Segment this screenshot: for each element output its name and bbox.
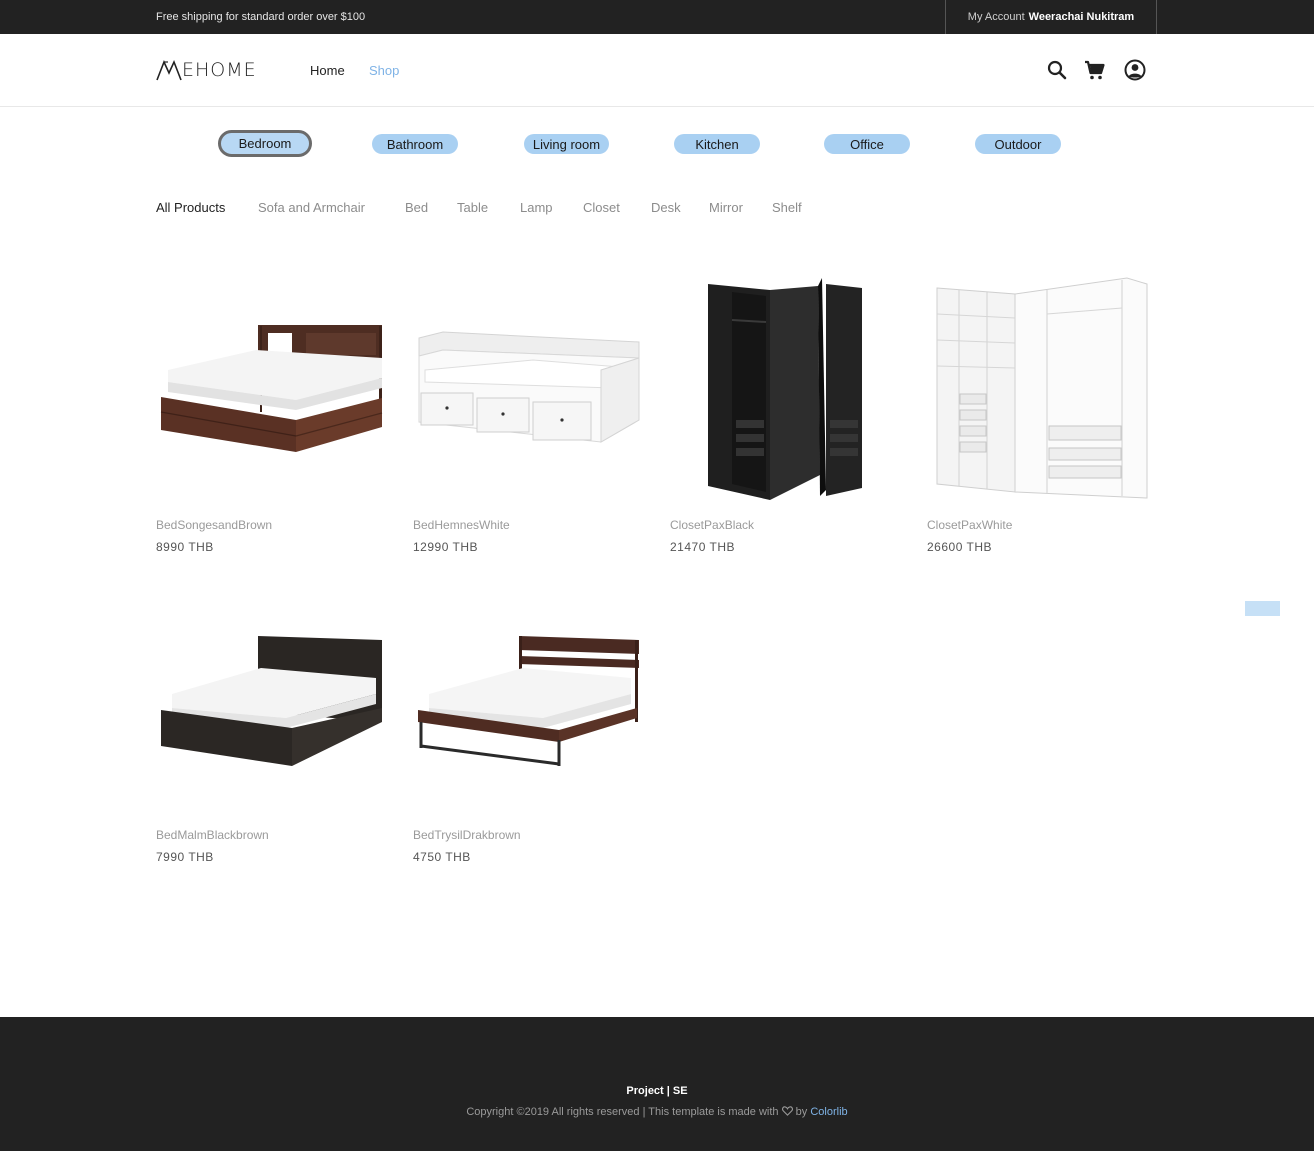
room-pill-bedroom[interactable]: Bedroom [218, 130, 312, 157]
logo-mark-icon [156, 59, 182, 81]
cart-icon[interactable] [1083, 58, 1107, 82]
room-pill-bathroom[interactable]: Bathroom [372, 134, 458, 154]
product-name[interactable]: ClosetPaxWhite [927, 518, 1012, 532]
search-icon[interactable] [1045, 58, 1069, 82]
nav-shop[interactable]: Shop [369, 63, 399, 78]
room-pill-office[interactable]: Office [824, 134, 910, 154]
room-pill-living-room[interactable]: Living room [524, 134, 609, 154]
category-bed[interactable]: Bed [405, 200, 428, 215]
product-image[interactable] [156, 270, 396, 500]
copyright-by: by [795, 1106, 808, 1118]
footer-copyright: Copyright ©2019 All rights reserved | Th… [0, 1106, 1314, 1118]
category-desk[interactable]: Desk [651, 200, 681, 215]
site-footer: Project | SE Copyright ©2019 All rights … [0, 1017, 1314, 1151]
colorlib-link[interactable]: Colorlib [810, 1106, 847, 1118]
category-all-products[interactable]: All Products [156, 200, 225, 215]
top-bar: Free shipping for standard order over $1… [0, 0, 1314, 34]
account-name: Weerachai Nukitram [1028, 11, 1135, 23]
product-image[interactable] [670, 270, 910, 500]
footer-project-label: Project | SE [626, 1085, 688, 1097]
floating-button[interactable] [1245, 601, 1280, 616]
site-logo[interactable]: EHOME [156, 56, 257, 84]
product-image[interactable] [413, 590, 653, 820]
category-closet[interactable]: Closet [583, 200, 620, 215]
category-table[interactable]: Table [457, 200, 488, 215]
account-icon[interactable] [1123, 58, 1147, 82]
category-lamp[interactable]: Lamp [520, 200, 553, 215]
room-pill-kitchen[interactable]: Kitchen [674, 134, 760, 154]
product-price: 7990 THB [156, 850, 214, 864]
product-price: 21470 THB [670, 540, 735, 554]
product-price: 4750 THB [413, 850, 471, 864]
product-name[interactable]: BedTrysilDrakbrown [413, 828, 521, 842]
product-price: 26600 THB [927, 540, 992, 554]
shipping-notice: Free shipping for standard order over $1… [156, 11, 366, 23]
nav-home[interactable]: Home [310, 63, 345, 78]
site-header: EHOME Home Shop [0, 34, 1314, 107]
heart-icon [781, 1106, 793, 1116]
product-name[interactable]: BedHemnesWhite [413, 518, 510, 532]
room-pill-outdoor[interactable]: Outdoor [975, 134, 1061, 154]
product-price: 12990 THB [413, 540, 478, 554]
product-image[interactable] [413, 270, 653, 500]
my-account-link[interactable]: My Account Weerachai Nukitram [945, 0, 1157, 34]
product-name[interactable]: BedSongesandBrown [156, 518, 272, 532]
product-price: 8990 THB [156, 540, 214, 554]
category-shelf[interactable]: Shelf [772, 200, 802, 215]
product-name[interactable]: ClosetPaxBlack [670, 518, 754, 532]
product-image[interactable] [156, 590, 396, 820]
copyright-text: Copyright ©2019 All rights reserved | Th… [466, 1106, 779, 1118]
product-name[interactable]: BedMalmBlackbrown [156, 828, 269, 842]
logo-text: EHOME [182, 59, 257, 81]
account-label: My Account [967, 11, 1025, 23]
category-sofa-and-armchair[interactable]: Sofa and Armchair [258, 200, 365, 215]
category-mirror[interactable]: Mirror [709, 200, 743, 215]
product-image[interactable] [927, 270, 1167, 500]
